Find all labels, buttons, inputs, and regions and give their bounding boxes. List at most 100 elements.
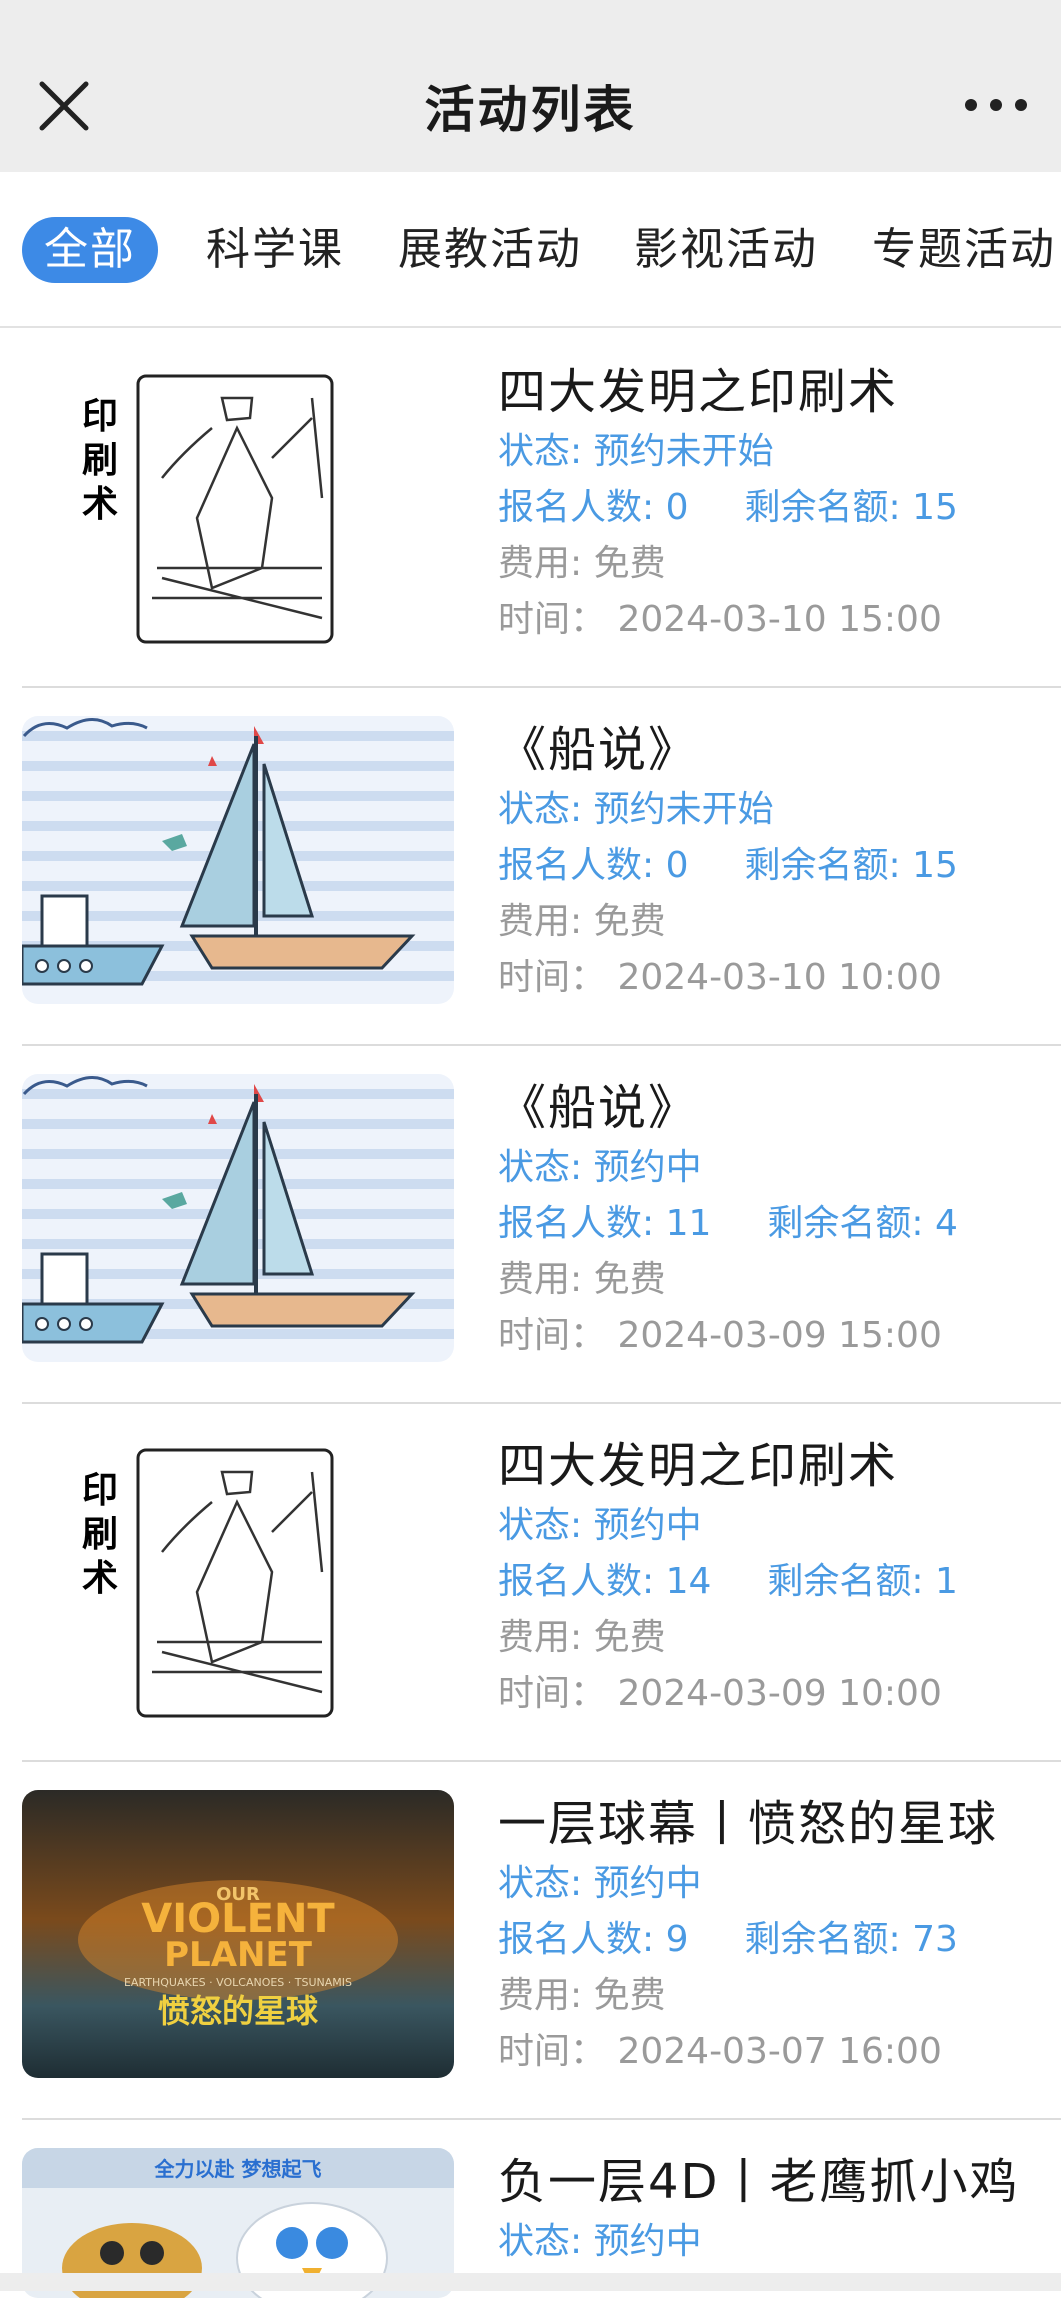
status-label: 状态:: [498, 789, 594, 830]
status-value: 预约未开始: [594, 789, 774, 830]
registered-label: 报名人数:: [498, 1561, 666, 1602]
fee-value: 免费: [594, 901, 666, 942]
registered-label: 报名人数:: [498, 1919, 666, 1960]
remaining-count: 73: [912, 1919, 958, 1960]
activity-image: [22, 716, 454, 1004]
activity-counts: 报名人数: 0 剩余名额: 15: [498, 838, 1058, 894]
status-value: 预约中: [594, 1147, 702, 1188]
activity-title: 四大发明之印刷术: [498, 1434, 1058, 1498]
remaining-label: 剩余名额:: [744, 845, 912, 886]
activity-item[interactable]: OUR VIOLENT PLANET EARTHQUAKES · VOLCANO…: [22, 1760, 1061, 2120]
poster-text: 全力以赴 梦想起飞: [154, 2157, 322, 2181]
activity-time: 时间： 2024-03-09 15:00: [498, 1308, 1058, 1364]
activity-fee: 费用: 免费: [498, 894, 1058, 950]
registered-count: 11: [666, 1203, 712, 1244]
violent-planet-poster: OUR VIOLENT PLANET EARTHQUAKES · VOLCANO…: [22, 1790, 454, 2078]
registered-label: 报名人数:: [498, 487, 666, 528]
activity-item[interactable]: 《船说》 状态: 预约未开始 报名人数: 0 剩余名额: 15 费用: 免费 时间…: [22, 686, 1061, 1046]
home-indicator: [0, 2273, 1061, 2291]
activity-fee: 费用: 免费: [498, 536, 1058, 592]
status-bar: [0, 0, 1061, 40]
activity-item[interactable]: 印 刷 术 四大发明之印刷术 状态: 预约中 报名人数: 14剩余名额: 1 费…: [22, 1402, 1061, 1762]
poster-text: PLANET: [164, 1935, 313, 1975]
activity-title: 《船说》: [498, 718, 1058, 782]
time-value: 2024-03-09 15:00: [617, 1315, 941, 1356]
activity-time: 时间： 2024-03-10 15:00: [498, 592, 1058, 648]
tab-film-activity[interactable]: 影视活动: [634, 217, 818, 283]
registered-label: 报名人数:: [498, 845, 666, 886]
poster-text: EARTHQUAKES · VOLCANOES · TSUNAMIS: [124, 1976, 352, 1989]
sailboat-illustration: [22, 1074, 454, 1362]
activity-title: 一层球幕丨愤怒的星球: [498, 1792, 1058, 1856]
fee-label: 费用:: [498, 901, 594, 942]
time-value: 2024-03-10 10:00: [617, 957, 941, 998]
time-label: 时间：: [498, 1673, 617, 1714]
fee-label: 费用:: [498, 1975, 594, 2016]
activity-time: 时间： 2024-03-10 10:00: [498, 950, 1058, 1006]
thumb-char: 术: [82, 1558, 118, 1599]
close-icon[interactable]: [36, 78, 92, 134]
status-label: 状态:: [498, 1505, 594, 1546]
activity-status: 状态: 预约中: [498, 1856, 1058, 1912]
activity-status: 状态: 预约未开始: [498, 782, 1058, 838]
registered-count: 0: [666, 845, 689, 886]
activity-image: 印 刷 术: [22, 358, 454, 646]
remaining-count: 15: [912, 487, 958, 528]
status-label: 状态:: [498, 1147, 594, 1188]
more-icon[interactable]: [961, 90, 1031, 120]
activity-title: 四大发明之印刷术: [498, 360, 1058, 424]
thumb-char: 印: [82, 1470, 118, 1511]
status-value: 预约中: [594, 2221, 702, 2262]
activity-image: [22, 1074, 454, 1362]
fee-value: 免费: [594, 1259, 666, 1300]
time-label: 时间：: [498, 2031, 617, 2072]
activity-status: 状态: 预约中: [498, 1140, 1058, 1196]
activity-counts: 报名人数: 11剩余名额: 4: [498, 1196, 1058, 1252]
remaining-label: 剩余名额:: [744, 487, 912, 528]
fee-value: 免费: [594, 1617, 666, 1658]
activity-counts: 报名人数: 9 剩余名额: 73: [498, 1912, 1058, 1968]
tab-special-activity[interactable]: 专题活动: [872, 217, 1056, 283]
fee-label: 费用:: [498, 1617, 594, 1658]
activity-status: 状态: 预约中: [498, 2214, 1058, 2270]
fee-label: 费用:: [498, 1259, 594, 1300]
status-value: 预约中: [594, 1863, 702, 1904]
activity-counts: 报名人数: 14剩余名额: 1: [498, 1554, 1058, 1610]
fee-value: 免费: [594, 543, 666, 584]
activity-image: 印 刷 术: [22, 1432, 454, 1720]
poster-text: 愤怒的星球: [158, 1992, 319, 2030]
remaining-label: 剩余名额:: [744, 1919, 912, 1960]
activity-fee: 费用: 免费: [498, 1968, 1058, 2024]
registered-count: 9: [666, 1919, 689, 1960]
activity-item[interactable]: 《船说》 状态: 预约中 报名人数: 11剩余名额: 4 费用: 免费 时间： …: [22, 1044, 1061, 1404]
activity-time: 时间： 2024-03-07 16:00: [498, 2024, 1058, 2080]
remaining-count: 15: [912, 845, 958, 886]
category-tabs: 全部 科学课 展教活动 影视活动 专题活动: [0, 172, 1061, 328]
nav-bar: 活动列表: [0, 40, 1061, 172]
time-value: 2024-03-09 10:00: [617, 1673, 941, 1714]
activity-item[interactable]: 印 刷 术 四大发明之印刷术 状态: 预约未开始 报名人数: 0剩余名额: 15…: [22, 328, 1061, 688]
activity-title: 《船说》: [498, 1076, 1058, 1140]
activity-image: OUR VIOLENT PLANET EARTHQUAKES · VOLCANO…: [22, 1790, 454, 2078]
thumb-char: 刷: [82, 1514, 118, 1555]
thumb-char: 术: [82, 484, 118, 525]
activity-fee: 费用: 免费: [498, 1610, 1058, 1666]
fee-value: 免费: [594, 1975, 666, 2016]
registered-label: 报名人数:: [498, 1203, 666, 1244]
tab-science-class[interactable]: 科学课: [206, 217, 344, 283]
activity-fee: 费用: 免费: [498, 1252, 1058, 1308]
remaining-label: 剩余名额:: [767, 1561, 935, 1602]
activity-time: 时间： 2024-03-09 10:00: [498, 1666, 1058, 1722]
time-label: 时间：: [498, 957, 617, 998]
activity-item[interactable]: 全力以赴 梦想起飞 负一层4D丨老鹰抓小鸡 状态: 预约中: [22, 2118, 1061, 2291]
tab-exhibition-activity[interactable]: 展教活动: [398, 217, 582, 283]
time-label: 时间：: [498, 599, 617, 640]
remaining-label: 剩余名额:: [767, 1203, 935, 1244]
status-label: 状态:: [498, 1863, 594, 1904]
status-value: 预约中: [594, 1505, 702, 1546]
printing-illustration: 印 刷 术: [22, 358, 454, 646]
status-label: 状态:: [498, 431, 594, 472]
tab-all[interactable]: 全部: [22, 217, 158, 283]
remaining-count: 1: [935, 1561, 958, 1602]
time-value: 2024-03-07 16:00: [617, 2031, 941, 2072]
